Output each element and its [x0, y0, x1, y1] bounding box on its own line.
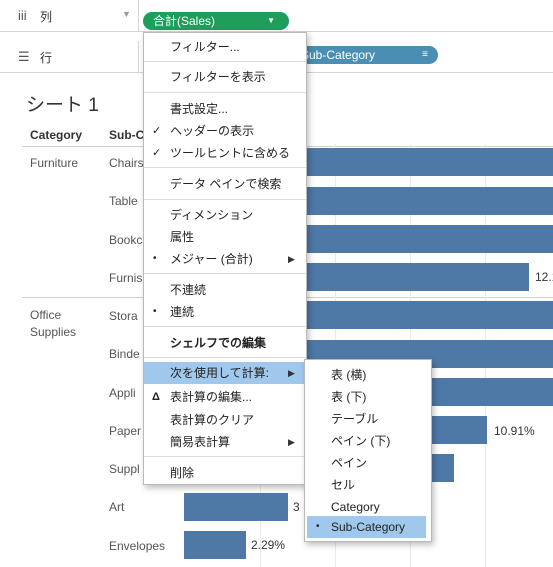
bar-envelopes[interactable] [184, 531, 246, 559]
sheet-title: シート 1 [26, 95, 99, 116]
menu-separator [144, 92, 306, 93]
submenu-arrow-icon: ▶ [288, 254, 295, 264]
menu-item-show-header[interactable]: ✓ ヘッダーの表示 [144, 120, 306, 142]
columns-label: 列 [40, 10, 53, 24]
sales-pill-label: 合計(Sales) [153, 14, 216, 28]
menu-item-edit-in-shelf[interactable]: シェルフでの編集 [144, 332, 306, 354]
menu-item-measure[interactable]: • メジャー (合計) ▶ [144, 248, 306, 270]
value-furnishings: 12.1 [535, 270, 553, 284]
row-label: Binde [109, 347, 140, 361]
sub-category-pill[interactable]: Sub-Category ≡ [287, 46, 438, 64]
menu-item-quick-table-calc[interactable]: 簡易表計算 ▶ [144, 431, 306, 453]
submenu-item-pane[interactable]: ペイン [305, 452, 431, 474]
bullet-icon: • [153, 253, 157, 264]
rows-icon: ☰ [18, 49, 30, 64]
row-label: Art [109, 500, 125, 514]
menu-item-discrete[interactable]: 不連続 [144, 279, 306, 301]
columns-shelf: iii 列 ▼ 合計(Sales) ▼ [0, 0, 553, 32]
row-label: Stora [109, 309, 138, 323]
menu-item-attribute[interactable]: 属性 [144, 226, 306, 248]
menu-item-clear-table-calc[interactable]: 表計算のクリア [144, 409, 306, 431]
columns-shelf-label: iii 列 ▼ [0, 0, 139, 31]
context-menu: フィルター... フィルターを表示 書式設定... ✓ ヘッダーの表示 ✓ ツールヒ… [143, 32, 307, 485]
submenu-arrow-icon: ▶ [288, 368, 295, 378]
menu-item-show-filter[interactable]: フィルターを表示 [144, 66, 306, 88]
menu-item-format[interactable]: 書式設定... [144, 98, 306, 120]
row-label: Table [109, 194, 138, 208]
bar-art[interactable] [184, 493, 288, 521]
category-office-supplies: Office Supplies [30, 307, 76, 341]
sort-icon[interactable]: ≡ [422, 46, 428, 64]
value-paper: 10.91% [494, 424, 535, 438]
columns-icon: iii [18, 8, 27, 23]
value-art: 3 [293, 500, 300, 514]
menu-separator [144, 167, 306, 168]
menu-separator [144, 456, 306, 457]
submenu-item-table-down[interactable]: 表 (下) [305, 386, 431, 408]
submenu-item-cell[interactable]: セル [305, 474, 431, 496]
row-label: Chairs [109, 156, 144, 170]
value-envelopes: 2.29% [251, 538, 286, 552]
check-icon: ✓ [152, 147, 162, 159]
menu-separator [144, 326, 306, 327]
menu-item-filter[interactable]: フィルター... [144, 36, 306, 58]
rows-shelf-label: ☰ 行 [0, 41, 139, 72]
menu-item-dimension[interactable]: ディメンション [144, 204, 306, 226]
menu-separator [144, 273, 306, 274]
compute-using-submenu: 表 (横) 表 (下) テーブル ペイン (下) ペイン セル Category… [304, 359, 432, 542]
row-label: Paper [109, 424, 142, 438]
submenu-arrow-icon: ▶ [288, 437, 295, 447]
submenu-item-pane-down[interactable]: ペイン (下) [305, 430, 431, 452]
row-label: Bookc [109, 233, 143, 247]
row-label: Furnis [109, 271, 143, 285]
rows-label: 行 [40, 51, 53, 65]
check-icon: ✓ [152, 125, 162, 137]
row-label: Suppl [109, 462, 140, 476]
bullet-icon: • [153, 306, 157, 317]
submenu-item-table-across[interactable]: 表 (横) [305, 364, 431, 386]
menu-item-include-tooltip[interactable]: ✓ ツールヒントに含める [144, 142, 306, 164]
category-line-2: Supplies [30, 325, 77, 339]
submenu-item-category[interactable]: Category [305, 496, 431, 518]
row-label: Appli [109, 386, 136, 400]
sub-category-header[interactable]: Sub-C [109, 128, 144, 142]
pill-dropdown-icon[interactable]: ▼ [267, 12, 275, 30]
menu-item-remove[interactable]: 削除 [144, 462, 306, 484]
menu-separator [144, 199, 306, 200]
delta-icon: Δ [152, 391, 160, 403]
row-label: Envelopes [109, 539, 166, 553]
sub-category-pill-label: Sub-Category [301, 48, 376, 62]
submenu-item-table[interactable]: テーブル [305, 408, 431, 430]
bullet-icon: • [316, 521, 320, 532]
chevron-down-icon[interactable]: ▼ [122, 9, 131, 19]
category-furniture: Furniture [30, 156, 79, 170]
category-line-1: Office [30, 308, 62, 322]
sales-pill[interactable]: 合計(Sales) ▼ [143, 12, 289, 30]
menu-item-continuous[interactable]: • 連続 [144, 301, 306, 323]
menu-item-compute-using[interactable]: 次を使用して計算: ▶ [144, 362, 306, 384]
menu-item-find-in-data-pane[interactable]: データ ペインで検索 [144, 173, 306, 195]
submenu-item-sub-category[interactable]: • Sub-Category [307, 516, 426, 538]
menu-separator [144, 61, 306, 62]
menu-item-edit-table-calc[interactable]: Δ 表計算の編集... [144, 386, 306, 408]
menu-separator [144, 357, 306, 358]
category-header[interactable]: Category [30, 128, 82, 142]
